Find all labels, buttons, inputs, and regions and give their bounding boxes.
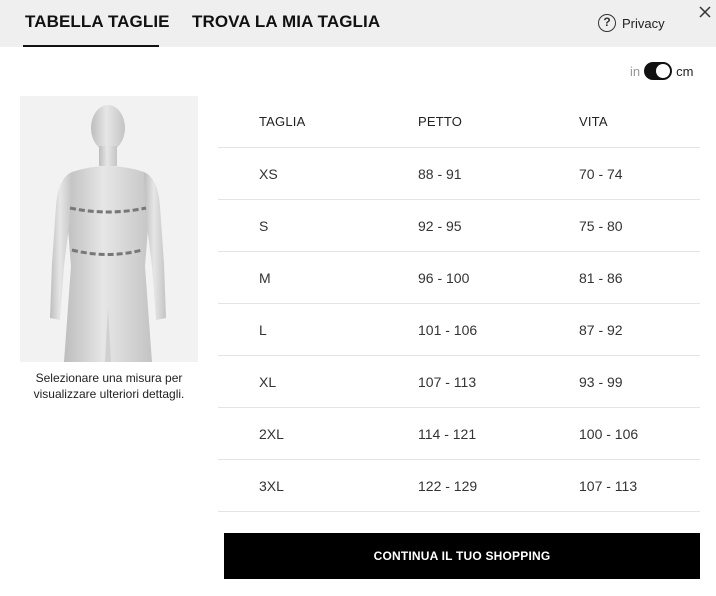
size-cell: M — [259, 270, 271, 286]
table-row[interactable]: L 101 - 106 87 - 92 — [218, 304, 700, 356]
tab-size-chart[interactable]: TABELLA TAGLIE — [25, 12, 170, 32]
unit-cm-label[interactable]: cm — [676, 64, 693, 79]
table-header-row: TAGLIA PETTO VITA — [218, 96, 700, 148]
size-cell: L — [259, 322, 267, 338]
size-cell: 3XL — [259, 478, 284, 494]
switch-knob — [656, 64, 671, 78]
tab-find-my-size[interactable]: TROVA LA MIA TAGLIA — [192, 12, 380, 32]
table-row[interactable]: M 96 - 100 81 - 86 — [218, 252, 700, 304]
size-cell: 2XL — [259, 426, 284, 442]
mannequin-illustration — [50, 105, 166, 362]
table-row[interactable]: S 92 - 95 75 - 80 — [218, 200, 700, 252]
table-row[interactable]: XS 88 - 91 70 - 74 — [218, 148, 700, 200]
chest-cell: 96 - 100 — [418, 270, 470, 286]
waist-cell: 81 - 86 — [579, 270, 623, 286]
continue-shopping-button[interactable]: CONTINUA IL TUO SHOPPING — [224, 533, 700, 579]
active-tab-indicator — [23, 45, 159, 47]
modal-header: TABELLA TAGLIE TROVA LA MIA TAGLIA ? Pri… — [0, 0, 716, 47]
unit-toggle: in cm — [630, 62, 693, 80]
column-header-waist: VITA — [579, 114, 608, 129]
waist-cell: 100 - 106 — [579, 426, 639, 442]
chest-cell: 122 - 129 — [418, 478, 478, 494]
unit-switch[interactable] — [644, 62, 673, 80]
close-icon[interactable] — [697, 4, 713, 20]
chest-cell: 88 - 91 — [418, 166, 462, 182]
size-table: TAGLIA PETTO VITA XS 88 - 91 70 - 74 S 9… — [218, 96, 700, 512]
unit-in-label[interactable]: in — [630, 64, 640, 79]
privacy-link[interactable]: ? Privacy — [598, 13, 665, 33]
waist-cell: 107 - 113 — [579, 478, 638, 494]
chest-cell: 92 - 95 — [418, 218, 462, 234]
question-circle-icon: ? — [598, 14, 616, 32]
chest-cell: 114 - 121 — [418, 426, 477, 442]
table-row[interactable]: 3XL 122 - 129 107 - 113 — [218, 460, 700, 512]
size-cell: XS — [259, 166, 278, 182]
column-header-size: TAGLIA — [259, 114, 306, 129]
figure-caption: Selezionare una misura per visualizzare … — [33, 371, 185, 401]
waist-cell: 70 - 74 — [579, 166, 623, 182]
size-cell: S — [259, 218, 269, 234]
chest-cell: 101 - 106 — [418, 322, 478, 338]
size-cell: XL — [259, 374, 277, 390]
waist-cell: 87 - 92 — [579, 322, 623, 338]
mannequin-image — [20, 96, 198, 362]
table-row[interactable]: XL 107 - 113 93 - 99 — [218, 356, 700, 408]
table-row[interactable]: 2XL 114 - 121 100 - 106 — [218, 408, 700, 460]
column-header-chest: PETTO — [418, 114, 463, 129]
chest-cell: 107 - 113 — [418, 374, 477, 390]
waist-cell: 75 - 80 — [579, 218, 623, 234]
privacy-label: Privacy — [622, 15, 665, 31]
waist-cell: 93 - 99 — [579, 374, 623, 390]
